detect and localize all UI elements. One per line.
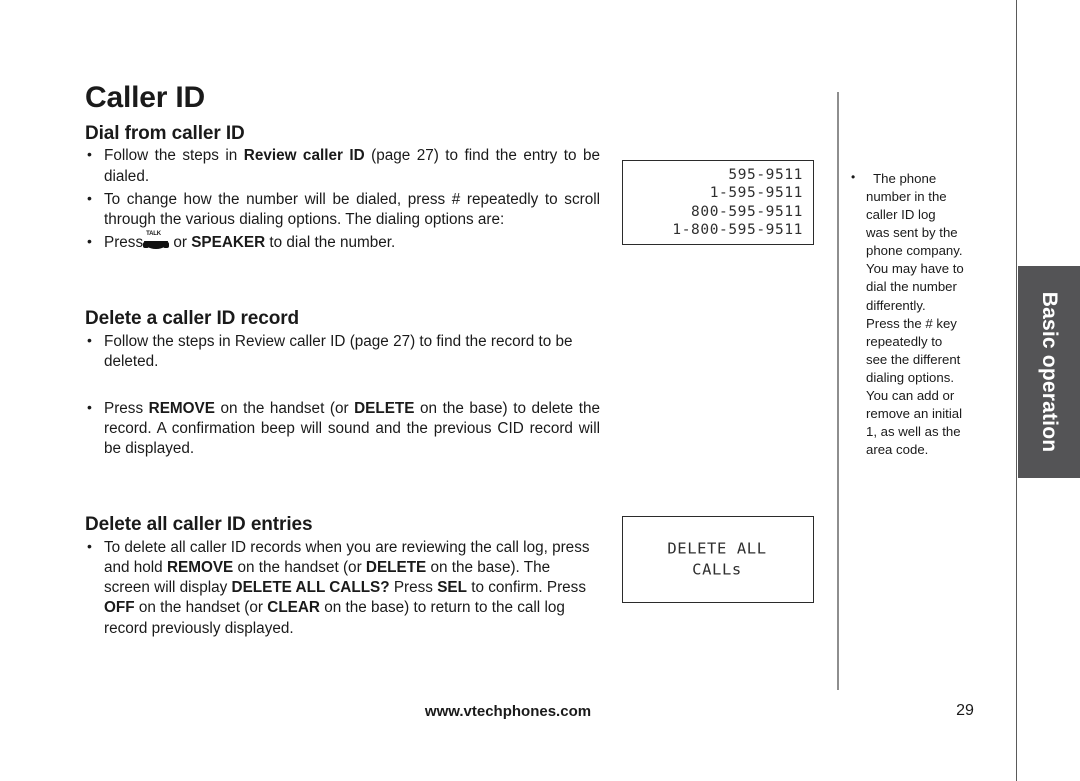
side-note-line: was sent by the: [866, 225, 958, 241]
lcd-screen-delete-all-confirm: DELETE ALL CALLs: [622, 516, 814, 603]
body-text: Follow the steps in: [104, 147, 244, 165]
handset-shape: [143, 241, 170, 250]
side-note-line: dialing options.: [866, 369, 954, 385]
list-item: Press REMOVE on the handset (or DELETE o…: [85, 398, 600, 460]
emphasis-text: REMOVE: [166, 559, 234, 577]
lcd-line: DELETE ALL: [667, 539, 767, 558]
emphasis-text: REMOVE: [148, 399, 215, 417]
manual-page: Basic operation Caller ID Dial from call…: [0, 0, 1080, 781]
bullet-list-delete-all-caller-id-entries: To delete all caller ID records when you…: [85, 537, 600, 639]
side-note-line: 1, as well as the: [866, 424, 961, 440]
side-note-line: caller ID log: [866, 207, 936, 223]
side-note-line: The phone: [866, 171, 937, 186]
list-item: Follow the steps in Review caller ID (pa…: [85, 331, 600, 372]
lcd-line-group: 595-9511 1-595-9511 800-595-9511 1-800-5…: [631, 165, 803, 239]
side-note-line: You can add or: [866, 387, 955, 403]
side-note-line: phone company.: [866, 243, 963, 259]
list-item: To change how the number will be dialed,…: [85, 189, 600, 230]
emphasis-text: SPEAKER: [191, 234, 266, 252]
body-text: on the handset (or: [233, 559, 366, 577]
side-note-line: You may have to: [866, 261, 964, 277]
talk-icon-label: TALK: [146, 231, 161, 238]
list-item: To delete all caller ID records when you…: [85, 537, 600, 639]
body-text: Press: [389, 579, 438, 597]
talk-handset-icon: TALK: [143, 231, 170, 250]
emphasis-text: CLEAR: [267, 599, 320, 617]
section-thumb-tab: Basic operation: [1018, 266, 1080, 478]
lcd-line: 1-800-595-9511: [672, 222, 803, 239]
side-note-line: remove an initial: [866, 406, 963, 422]
emphasis-text: OFF: [104, 599, 135, 617]
main-content-column: Caller ID Dial from caller ID Follow the…: [85, 82, 600, 642]
side-note-line: see the different: [866, 351, 961, 367]
page-edge-rule: [1016, 0, 1017, 781]
side-note-line: Press the # key: [866, 315, 957, 331]
section-heading-delete-a-caller-id-record: Delete a caller ID record: [85, 308, 299, 330]
page-title: Caller ID: [85, 81, 205, 114]
footer-page-number: 29: [956, 702, 974, 719]
body-text: Press: [104, 399, 149, 417]
bullet-list-delete-a-caller-id-record: Follow the steps in Review caller ID (pa…: [85, 331, 600, 460]
emphasis-text: DELETE ALL CALLS?: [231, 579, 390, 597]
side-note-line: differently.: [866, 297, 926, 313]
lcd-line-group: DELETE ALL CALLs: [631, 538, 803, 581]
body-text: Press: [104, 234, 144, 252]
side-note-column: The phone number in the caller ID log was s…: [849, 169, 997, 459]
thumb-tab-label: Basic operation: [1038, 291, 1061, 453]
side-note-item: The phone number in the caller ID log was s…: [849, 169, 997, 459]
body-text: or: [169, 234, 192, 252]
emphasis-text: Review caller ID: [243, 147, 365, 165]
footer-website: www.vtechphones.com: [424, 703, 592, 720]
emphasis-text: SEL: [437, 579, 467, 597]
lcd-screen-dial-options: 595-9511 1-595-9511 800-595-9511 1-800-5…: [622, 160, 814, 245]
body-text: to dial the number.: [265, 234, 396, 252]
emphasis-text: DELETE: [354, 399, 415, 417]
side-note-line: dial the number: [866, 279, 957, 295]
body-text: to confirm. Press: [466, 579, 586, 597]
section-heading-dial-from-caller-id: Dial from caller ID: [85, 122, 245, 144]
lcd-line: CALLs: [692, 560, 742, 579]
section-heading-delete-all-caller-id-entries: Delete all caller ID entries: [85, 514, 313, 536]
body-text: To change how the number will be dialed,…: [104, 190, 600, 228]
lcd-line: 595-9511: [728, 166, 803, 183]
side-note-line: number in the: [866, 189, 947, 205]
side-note-line: repeatedly to: [866, 333, 943, 349]
body-text: Follow the steps in Review caller ID (pa…: [104, 333, 573, 371]
list-item: Follow the steps in Review caller ID (pa…: [85, 145, 600, 186]
side-note-line: area code.: [866, 442, 929, 458]
emphasis-text: DELETE: [365, 559, 427, 577]
body-text: on the handset (or: [134, 599, 268, 617]
body-text: on the handset (or: [214, 399, 355, 417]
bullet-list-dial-from-caller-id: Follow the steps in Review caller ID (pa…: [85, 145, 600, 253]
column-divider-rule: [837, 92, 839, 690]
lcd-line: 1-595-9511: [709, 184, 803, 201]
lcd-line: 800-595-9511: [691, 203, 803, 220]
list-item: PressTALK or SPEAKER to dial the number.: [85, 231, 600, 253]
